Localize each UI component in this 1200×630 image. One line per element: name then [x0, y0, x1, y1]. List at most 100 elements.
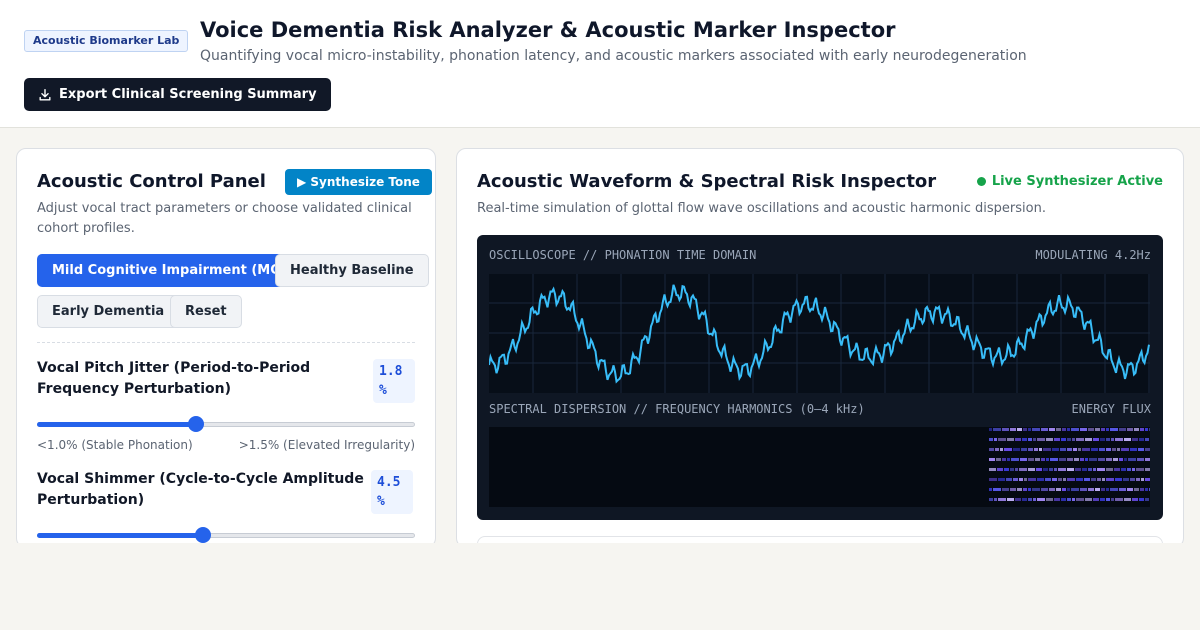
spectral-band [1017, 488, 1022, 491]
control-panel-title: Acoustic Control Panel [37, 171, 266, 192]
preset-mci-button[interactable]: Mild Cognitive Impairment (MCI) [37, 254, 306, 287]
oscilloscope-label: OSCILLOSCOPE // PHONATION TIME DOMAIN [489, 248, 757, 262]
spectral-band [1000, 448, 1003, 451]
spectral-band [993, 428, 1001, 431]
spectral-band [1006, 478, 1012, 481]
slider-thumb[interactable] [187, 416, 204, 432]
spectral-band [1024, 478, 1027, 481]
spectral-band [995, 448, 999, 451]
shimmer-slider[interactable] [37, 527, 415, 543]
acoustic-control-panel: Acoustic Control Panel ▶ Synthesize Tone… [16, 148, 436, 548]
spectral-band [1067, 468, 1074, 471]
inspector-description: Real-time simulation of glottal flow wav… [477, 201, 1046, 216]
spectral-band [1054, 468, 1057, 471]
spectral-band [1088, 488, 1094, 491]
spectral-band [1106, 428, 1109, 431]
spectral-band [1119, 428, 1126, 431]
spectral-band [1074, 458, 1079, 461]
spectral-band [1093, 468, 1096, 471]
spectral-band [1049, 468, 1053, 471]
spectral-band [1101, 488, 1105, 491]
spectral-band [1062, 488, 1066, 491]
spectral-band [1097, 478, 1101, 481]
preset-healthy-baseline-button[interactable]: Healthy Baseline [275, 254, 429, 287]
spectral-band [1134, 428, 1139, 431]
control-panel-description: Adjust vocal tract parameters or choose … [37, 201, 412, 236]
spectral-band [1046, 438, 1053, 441]
spectral-band [1127, 428, 1133, 431]
spectral-band [1140, 428, 1144, 431]
slider-fill [37, 422, 196, 427]
spectral-band [989, 458, 995, 461]
spectral-band [1088, 468, 1092, 471]
spectral-band [1121, 448, 1129, 451]
spectral-band [1041, 428, 1048, 431]
spectral-band [1106, 488, 1109, 491]
spectral-band [1034, 448, 1038, 451]
spectral-band [1061, 438, 1066, 441]
synthesize-tone-button[interactable]: ▶ Synthesize Tone [285, 169, 432, 195]
spectral-band [1080, 458, 1084, 461]
spectral-band [1032, 488, 1040, 491]
oscilloscope-status: MODULATING 4.2Hz [1035, 248, 1151, 262]
preset-early-dementia-button[interactable]: Early Dementia [37, 295, 180, 328]
spectral-band [1020, 458, 1027, 461]
spectral-band [1011, 458, 1019, 461]
spectral-band [1098, 458, 1105, 461]
spectral-band [1112, 448, 1116, 451]
slider-thumb[interactable] [195, 527, 212, 543]
spectral-band [1067, 478, 1075, 481]
spectral-band [1037, 478, 1044, 481]
spectral-band [1007, 498, 1014, 501]
spectral-band [1045, 478, 1051, 481]
spectral-band [1084, 478, 1090, 481]
spectral-band [1110, 488, 1118, 491]
spectral-band [1033, 438, 1036, 441]
spectral-band [1028, 488, 1031, 491]
spectral-band [1059, 458, 1066, 461]
waveform-inspector-panel: Acoustic Waveform & Spectral Risk Inspec… [456, 148, 1184, 548]
spectral-band [1002, 428, 1009, 431]
spectral-band [1097, 468, 1105, 471]
spectral-band [1106, 438, 1110, 441]
spectral-band [1028, 498, 1032, 501]
spectral-band [1091, 448, 1098, 451]
spectral-band [1140, 488, 1144, 491]
spectral-band [1110, 428, 1118, 431]
spectral-band [1028, 458, 1034, 461]
export-label: Export Clinical Screening Summary [59, 87, 317, 102]
spectral-band [1041, 488, 1048, 491]
spectral-band [1111, 498, 1114, 501]
spectral-band [1071, 428, 1079, 431]
spectral-band [1127, 488, 1133, 491]
spectral-band [1106, 498, 1110, 501]
spectral-band [1130, 478, 1135, 481]
spectral-band [1091, 478, 1096, 481]
spectral-band [1100, 498, 1105, 501]
spectral-band [1115, 438, 1123, 441]
spectral-band [1046, 498, 1053, 501]
spectral-band [1067, 438, 1071, 441]
spectral-band [1052, 448, 1059, 451]
spectral-band [1101, 428, 1105, 431]
export-summary-button[interactable]: Export Clinical Screening Summary [24, 78, 331, 111]
spectral-band [998, 478, 1005, 481]
spectral-band [1054, 438, 1060, 441]
spectral-band [1007, 438, 1014, 441]
preset-reset-button[interactable]: Reset [170, 295, 242, 328]
spectral-band [1145, 498, 1149, 501]
spectral-band [1067, 498, 1071, 501]
spectral-band [1089, 458, 1097, 461]
spectral-band [1010, 488, 1016, 491]
spectral-band [1076, 498, 1084, 501]
spectral-band [996, 458, 1001, 461]
spectral-band [1017, 428, 1022, 431]
spectral-band [1127, 468, 1131, 471]
spectral-band [1132, 468, 1135, 471]
jitter-slider[interactable] [37, 416, 415, 432]
spectral-band [1093, 438, 1099, 441]
page-subtitle: Quantifying vocal micro-instability, pho… [200, 48, 1027, 64]
spectral-band [1075, 468, 1081, 471]
spectral-band [1136, 468, 1144, 471]
spectral-band [1061, 498, 1066, 501]
